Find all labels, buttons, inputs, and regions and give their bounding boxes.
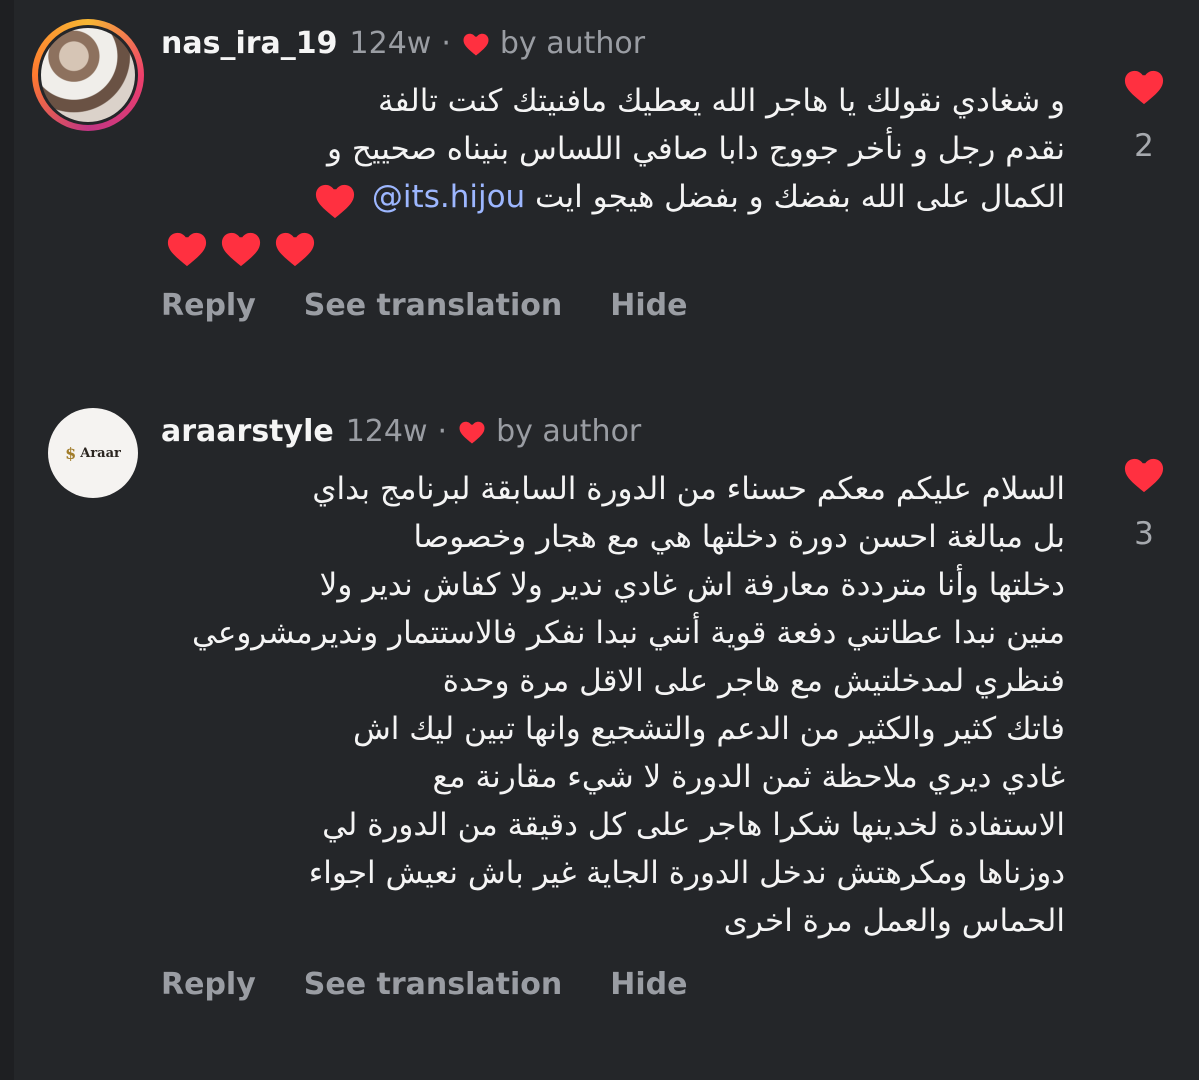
- see-translation-button[interactable]: See translation: [304, 967, 562, 1002]
- like-control: 3: [1117, 452, 1171, 552]
- comment-line: غادي ديري ملاحظة ثمن الدورة لا شيء مقارن…: [432, 759, 1065, 795]
- brand-logo: $ Araar: [65, 444, 121, 463]
- comment-text: السلام عليكم معكم حسناء من الدورة السابق…: [160, 465, 1065, 945]
- comment-line: دوزناها ومكرهتش ندخل الدورة الجاية غير ب…: [308, 855, 1065, 891]
- comment-line: فاتك كثير والكثير من الدعم والتشجيع وانه…: [352, 711, 1065, 747]
- user-avatar[interactable]: $ Araar: [48, 408, 138, 498]
- by-author-label: by author: [496, 413, 642, 449]
- author-heart-icon: [459, 421, 485, 444]
- comments-screen: nas_ira_19 124w · by author و شغادي نقول…: [14, 0, 1199, 1080]
- separator-dot: ·: [437, 413, 448, 449]
- comment-line: بل مبالغة احسن دورة دخلتها هي مع هجار وخ…: [413, 519, 1065, 555]
- comment-actions: Reply See translation Hide: [161, 967, 687, 1002]
- brand-name: Araar: [80, 445, 121, 461]
- comment-item: $ Araar araarstyle 124w · by author السل…: [14, 0, 1199, 1080]
- brand-symbol: $: [65, 443, 77, 463]
- hide-button[interactable]: Hide: [610, 967, 687, 1002]
- comment-line: الاستفادة لخدينها شكرا هاجر على كل دقيقة…: [322, 807, 1065, 843]
- comment-line: السلام عليكم معكم حسناء من الدورة السابق…: [312, 471, 1065, 507]
- comment-line: الحماس والعمل مرة اخرى: [723, 903, 1065, 939]
- comment-header: araarstyle 124w · by author: [161, 411, 641, 451]
- comment-line: منين نبدا عطاتني دفعة قوية أنني نبدا نفك…: [191, 615, 1065, 699]
- like-count: 3: [1134, 516, 1154, 552]
- timestamp: 124w: [345, 413, 428, 449]
- heart-like-icon[interactable]: [1121, 452, 1167, 494]
- username[interactable]: araarstyle: [161, 414, 334, 449]
- reply-button[interactable]: Reply: [161, 967, 256, 1002]
- comment-line: دخلتها وأنا مترددة معارفة اش غادي ندير و…: [319, 567, 1065, 603]
